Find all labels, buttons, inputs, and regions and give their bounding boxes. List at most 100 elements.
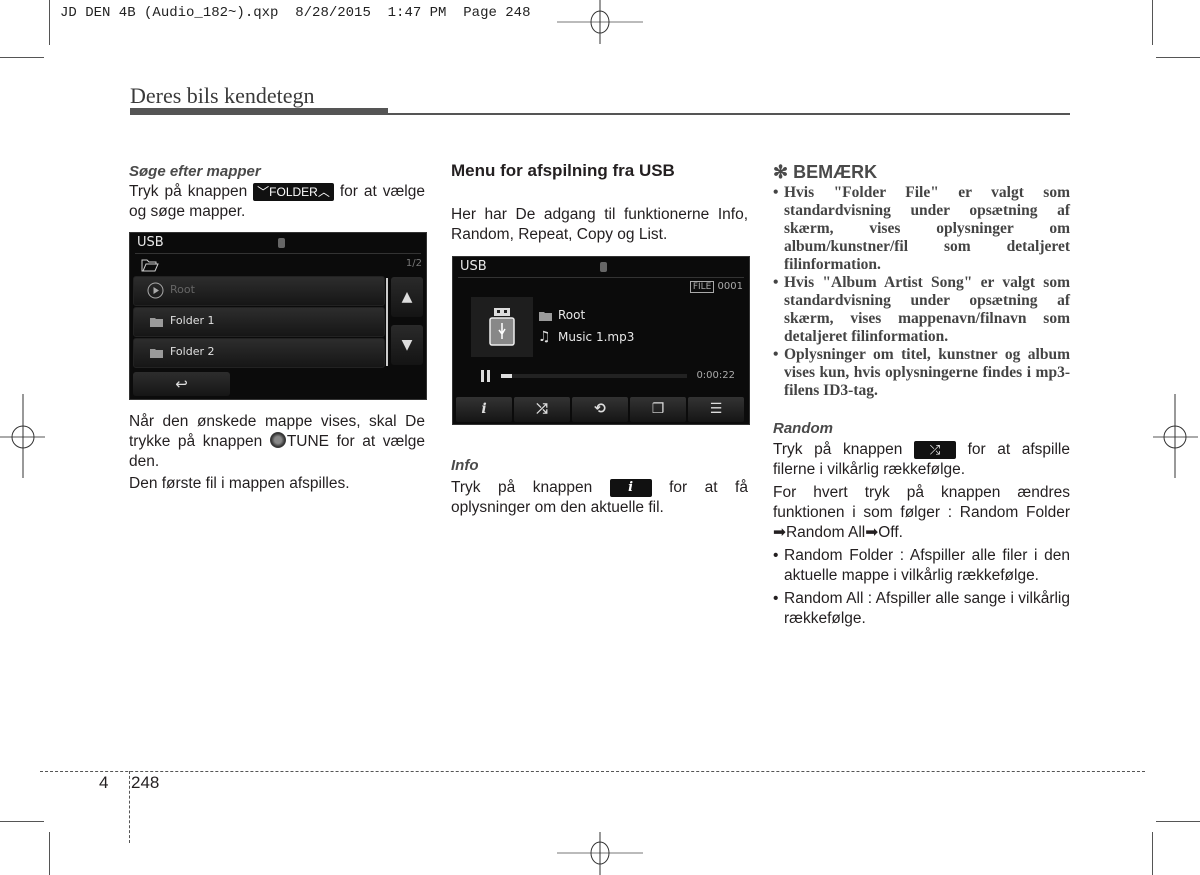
- folder-button-label: FOLDER: [269, 184, 318, 199]
- subhead-search-folders: Søge efter mapper: [129, 163, 261, 180]
- note-text: Hvis "Album Artist Song" er valgt som st…: [784, 274, 1070, 345]
- usb-device-icon: [600, 262, 607, 272]
- scrollbar[interactable]: [386, 278, 388, 366]
- note-text: Hvis "Folder File" er valgt som standard…: [784, 184, 1070, 273]
- title-rule-thick: [130, 108, 388, 115]
- bullet: •: [773, 346, 779, 363]
- paragraph-random-cycle: For hvert tryk på knappen ændres funktio…: [773, 484, 1070, 541]
- crop-mark: [49, 0, 50, 45]
- tune-label: TUNE: [286, 433, 330, 450]
- paragraph-tune: Når den ønskede mappe vises, skal De try…: [129, 412, 425, 472]
- album-art: [471, 297, 533, 357]
- paragraph-first-file: Den første fil i mappen afspilles.: [129, 475, 350, 492]
- list-item-root[interactable]: Root: [133, 276, 385, 306]
- info-button[interactable]: i: [456, 397, 512, 422]
- bullet: •: [773, 184, 779, 201]
- paragraph-info: Tryk på knappen i for at få oplysninger …: [451, 478, 748, 518]
- left-column: Søge efter mapper Tryk på knappen ﹀FOLDE…: [129, 162, 425, 222]
- current-folder: Root: [558, 308, 586, 322]
- current-track: Music 1.mp3: [558, 330, 635, 344]
- chapter-number: 4: [99, 773, 109, 792]
- note-item: • Oplysninger om titel, kunstner og albu…: [773, 346, 1070, 400]
- crop-mark: [1152, 0, 1153, 45]
- file-number-value: 0001: [717, 281, 743, 292]
- tune-knob-icon: [269, 432, 286, 448]
- folder-icon: [150, 349, 163, 358]
- text: Tryk på knappen: [129, 183, 254, 200]
- folder-button[interactable]: ﹀FOLDER︿: [253, 182, 334, 201]
- page-indicator: 1/2: [405, 258, 422, 269]
- usb-playback-screen: USB FILE 0001 Root ♫ Music 1.mp3 0:00:22…: [452, 256, 750, 425]
- copy-button[interactable]: ❐: [630, 397, 686, 422]
- note-text: Oplysninger om titel, kunstner og album …: [784, 346, 1070, 399]
- list-item-folder-2[interactable]: Folder 2: [133, 338, 385, 368]
- usb-device-icon: [278, 238, 285, 248]
- chevron-up-icon: ︿: [317, 184, 330, 199]
- bullet: •: [773, 590, 779, 607]
- registration-mark-right: [1153, 394, 1198, 478]
- title-rule-thin: [388, 113, 1070, 115]
- random-button[interactable]: ⤮: [514, 397, 570, 422]
- scroll-down-button[interactable]: ▼: [391, 325, 423, 365]
- random-bullet: • Random Folder : Afspiller alle filer i…: [773, 546, 1070, 586]
- list-item-label: Folder 2: [170, 345, 215, 358]
- crop-mark: [1156, 821, 1200, 822]
- open-folder-icon: [141, 259, 159, 272]
- random-bullet: • Random All : Afspiller alle sange i vi…: [773, 589, 1070, 629]
- right-column: ✻ BEMÆRK • Hvis "Folder File" er valgt s…: [773, 162, 1070, 629]
- repeat-button[interactable]: ⟲: [572, 397, 628, 422]
- middle-column-info: Info Tryk på knappen i for at få oplysni…: [451, 456, 748, 518]
- file-badge: FILE: [689, 281, 715, 293]
- folder-icon: [539, 312, 552, 321]
- print-slug: JD DEN 4B (Audio_182~).qxp 8/28/2015 1:4…: [60, 5, 531, 21]
- bullet-text: Random All : Afspiller alle sange i vilk…: [784, 590, 1070, 627]
- subhead-info: Info: [451, 457, 479, 474]
- registration-mark-top: [557, 0, 643, 44]
- footer-dashed-divider: [129, 771, 130, 843]
- heading-usb-menu: Menu for afspilning fra USB: [451, 161, 675, 180]
- crop-mark: [49, 832, 50, 875]
- crop-mark: [1156, 57, 1200, 58]
- crop-mark: [0, 57, 44, 58]
- header-divider: [458, 277, 744, 278]
- chevron-down-icon: ﹀: [257, 184, 270, 199]
- screen-title: USB: [137, 235, 164, 250]
- paragraph-random: Tryk på knappen ⤮ for at afspille filern…: [773, 440, 1070, 480]
- header-divider: [135, 253, 421, 254]
- section-title: Deres bils kendetegn: [130, 83, 315, 108]
- left-column-lower: Når den ønskede mappe vises, skal De try…: [129, 412, 425, 494]
- paragraph-folder: Tryk på knappen ﹀FOLDER︿ for at vælge og…: [129, 182, 425, 222]
- middle-column: Menu for afspilning fra USB Her har De a…: [451, 161, 748, 245]
- pause-icon[interactable]: [481, 370, 484, 382]
- text: Tryk på knappen: [773, 441, 914, 458]
- bullet: •: [773, 274, 779, 291]
- list-item-label: Folder 1: [170, 314, 215, 327]
- usb-folder-screen: USB 1/2 Root Folder 1 Folder 2 ▲ ▼ ↩: [129, 232, 427, 400]
- elapsed-time: 0:00:22: [696, 370, 735, 381]
- back-button[interactable]: ↩: [133, 372, 230, 396]
- crop-mark: [1152, 832, 1153, 875]
- scroll-up-button[interactable]: ▲: [391, 277, 423, 317]
- usb-stick-icon: [489, 308, 515, 346]
- progress-track[interactable]: [501, 374, 687, 378]
- registration-mark-bottom: [557, 832, 643, 875]
- random-button-inline[interactable]: ⤮: [914, 440, 956, 459]
- list-button[interactable]: ☰: [688, 397, 744, 422]
- info-button-inline[interactable]: i: [609, 478, 652, 497]
- bullet-text: Random Folder : Afspiller alle filer i d…: [784, 547, 1070, 584]
- note-item: • Hvis "Album Artist Song" er valgt som …: [773, 274, 1070, 346]
- list-item-label: Root: [170, 283, 195, 296]
- crop-mark: [0, 821, 44, 822]
- subhead-random: Random: [773, 420, 833, 437]
- note-list: • Hvis "Folder File" er valgt som standa…: [773, 184, 1070, 400]
- list-item-folder-1[interactable]: Folder 1: [133, 307, 385, 337]
- note-item: • Hvis "Folder File" er valgt som standa…: [773, 184, 1070, 274]
- page-number: 248: [131, 773, 160, 792]
- folder-icon: [150, 318, 163, 327]
- paragraph-intro: Her har De adgang til funktionerne Info,…: [451, 206, 748, 243]
- registration-mark-left: [0, 394, 45, 478]
- text: Tryk på knappen: [451, 479, 610, 496]
- progress-fill: [501, 374, 513, 378]
- play-circle-icon: [147, 282, 164, 299]
- footer-dashed-rule: [40, 771, 1145, 772]
